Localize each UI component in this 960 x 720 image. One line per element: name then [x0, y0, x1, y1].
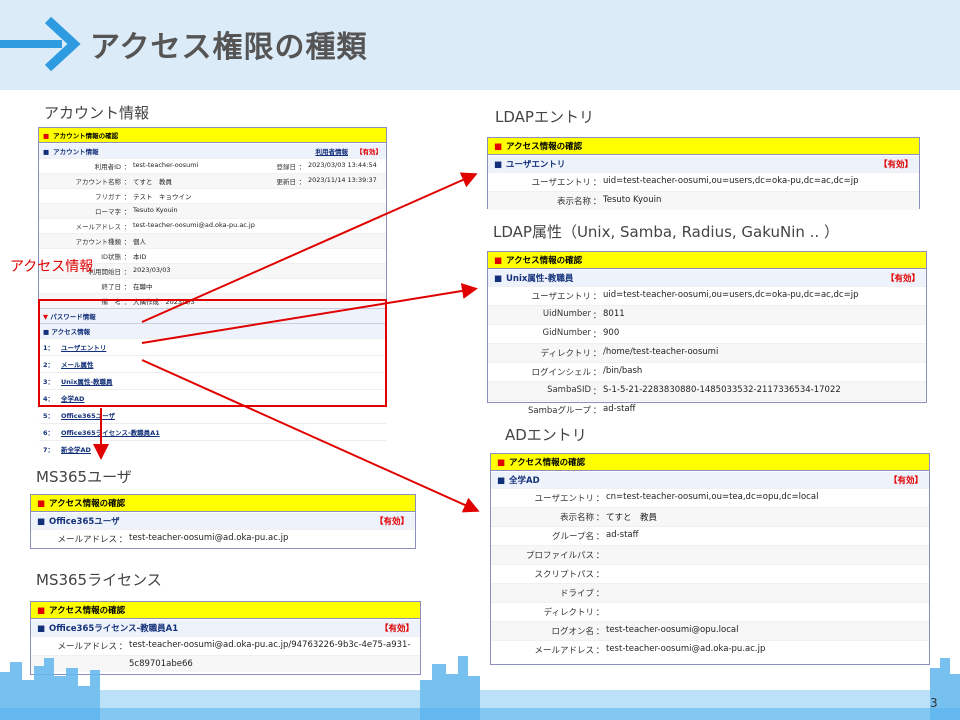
city-skyline-decoration	[0, 656, 960, 720]
arrow-to-unix-attr	[141, 283, 478, 344]
connector-arrows	[93, 172, 480, 513]
arrow-to-ad-entry	[141, 359, 480, 513]
arrow-to-ldap-entry	[141, 172, 478, 323]
page-number: 3	[930, 696, 938, 710]
